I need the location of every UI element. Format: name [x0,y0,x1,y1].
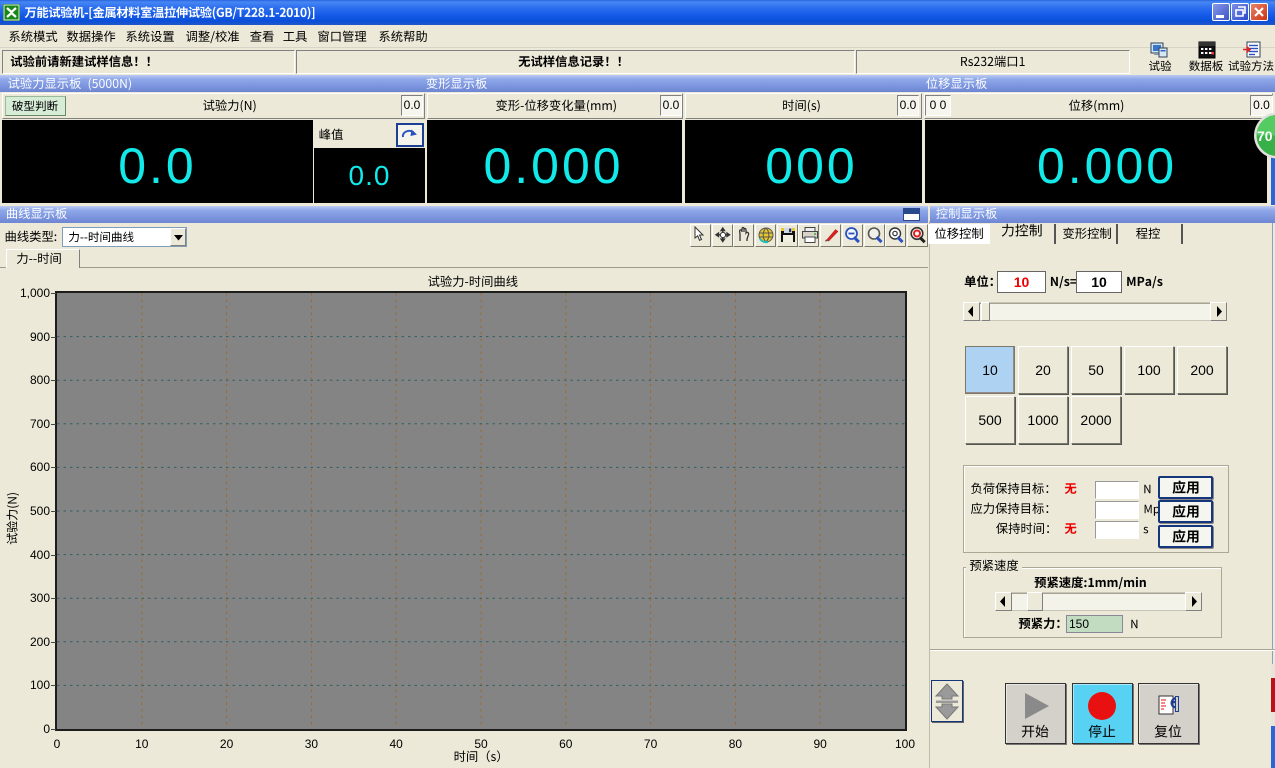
svg-text:70: 70 [1257,128,1273,144]
